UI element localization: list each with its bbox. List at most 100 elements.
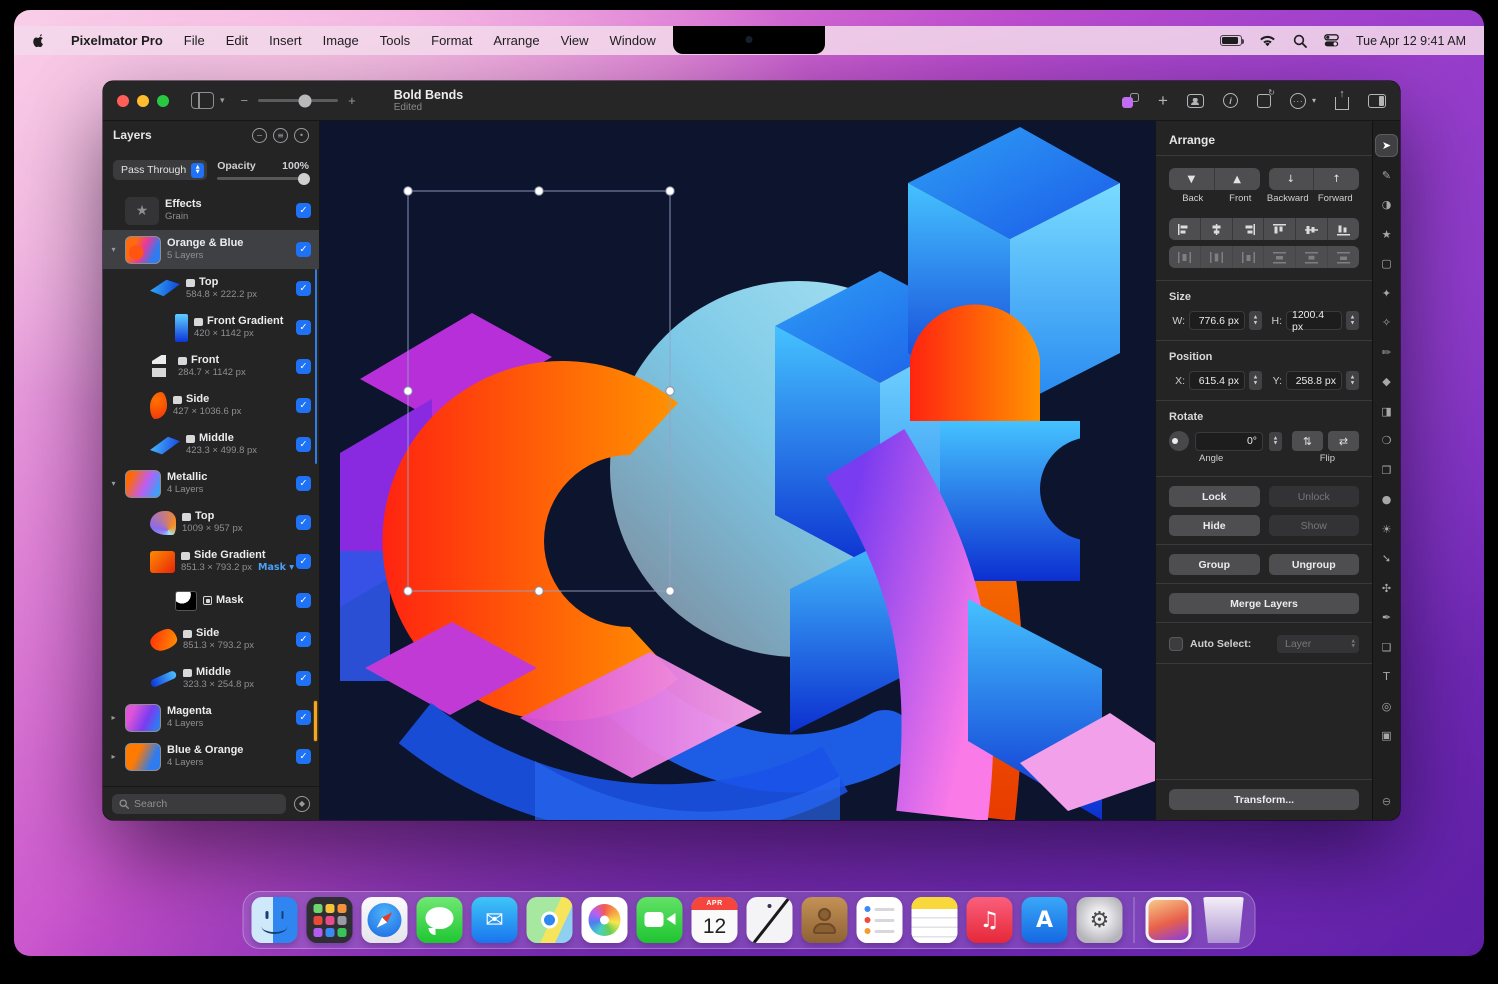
- send-to-back-button[interactable]: ▼: [1169, 168, 1214, 190]
- layer-visibility-checkbox[interactable]: ✓: [296, 554, 311, 569]
- width-field[interactable]: 776.6 px: [1189, 311, 1245, 330]
- align-left-button[interactable]: [1169, 218, 1200, 240]
- control-center-icon[interactable]: [1324, 34, 1339, 47]
- blend-mode-select[interactable]: Pass Through ▲▼: [113, 160, 207, 180]
- dock-facetime[interactable]: [637, 897, 683, 943]
- remove-layer-button[interactable]: −: [252, 128, 267, 143]
- color-adjustments-tool[interactable]: ◑: [1376, 194, 1397, 215]
- layer-visibility-checkbox[interactable]: ✓: [296, 710, 311, 725]
- battery-icon[interactable]: [1220, 35, 1242, 46]
- layer-row-front-gradient[interactable]: Front Gradient420 × 1142 px✓: [103, 308, 319, 347]
- menu-insert[interactable]: Insert: [269, 33, 302, 48]
- layer-row-middle[interactable]: Middle423.3 × 499.8 px✓: [103, 425, 319, 464]
- dock-mail[interactable]: ✉: [472, 897, 518, 943]
- dock-launchpad[interactable]: [307, 897, 353, 943]
- sidebar-toggle-button[interactable]: [191, 92, 214, 109]
- layer-row-front[interactable]: Front284.7 × 1142 px✓: [103, 347, 319, 386]
- opacity-slider-knob[interactable]: [298, 173, 310, 185]
- layer-row-mask[interactable]: Mask✓: [103, 581, 319, 620]
- canvas[interactable]: [320, 121, 1155, 820]
- dock-pixelmator-pro[interactable]: [747, 897, 793, 943]
- auto-select-checkbox[interactable]: [1169, 637, 1183, 651]
- dock-trash[interactable]: [1201, 897, 1247, 943]
- dock-stack[interactable]: [1146, 897, 1192, 943]
- group-button[interactable]: Group: [1169, 554, 1260, 575]
- layer-row-side[interactable]: Side851.3 × 793.2 px✓: [103, 620, 319, 659]
- menu-clock[interactable]: Tue Apr 12 9:41 AM: [1356, 34, 1466, 48]
- angle-stepper[interactable]: ▲▼: [1269, 432, 1282, 451]
- layer-visibility-checkbox[interactable]: ✓: [296, 281, 311, 296]
- layer-options-button[interactable]: ≡: [273, 128, 288, 143]
- crop-tool[interactable]: ▣: [1376, 725, 1397, 746]
- sidebar-chevron-icon[interactable]: ▾: [220, 96, 225, 106]
- dock-contacts[interactable]: [802, 897, 848, 943]
- merge-layers-button[interactable]: Merge Layers: [1169, 593, 1359, 614]
- sharpen-tool[interactable]: ☀: [1376, 519, 1397, 540]
- clone-tool[interactable]: ❐: [1376, 460, 1397, 481]
- align-bottom-button[interactable]: [1327, 218, 1359, 240]
- menu-app-name[interactable]: Pixelmator Pro: [71, 33, 163, 48]
- erase-tool[interactable]: ◨: [1376, 401, 1397, 422]
- align-right-button[interactable]: [1232, 218, 1264, 240]
- dock-safari[interactable]: [362, 897, 408, 943]
- dock-notes[interactable]: [912, 897, 958, 943]
- bring-forward-button[interactable]: ↑: [1313, 168, 1359, 190]
- menu-view[interactable]: View: [561, 33, 589, 48]
- layer-visibility-checkbox[interactable]: ✓: [296, 203, 311, 218]
- x-stepper[interactable]: ▲▼: [1249, 371, 1262, 390]
- zoom-out-button[interactable]: −: [241, 93, 249, 108]
- disclosure-icon[interactable]: ▸: [108, 713, 119, 722]
- soften-tool[interactable]: ❍: [1376, 430, 1397, 451]
- rectangular-select-tool[interactable]: ▢: [1376, 253, 1397, 274]
- layer-visibility-checkbox[interactable]: ✓: [296, 593, 311, 608]
- layer-visibility-checkbox[interactable]: ✓: [296, 632, 311, 647]
- distribute-top-button[interactable]: [1263, 246, 1295, 268]
- dock-maps[interactable]: [527, 897, 573, 943]
- disclosure-icon[interactable]: ▸: [108, 752, 119, 761]
- search-input[interactable]: Search: [112, 794, 286, 814]
- layer-row-blue-orange[interactable]: ▸Blue & Orange4 Layers✓: [103, 737, 319, 776]
- layer-visibility-checkbox[interactable]: ✓: [296, 671, 311, 686]
- menu-file[interactable]: File: [184, 33, 205, 48]
- quick-select-tool[interactable]: ✦: [1376, 283, 1397, 304]
- distribute-hcenter-button[interactable]: [1200, 246, 1232, 268]
- distribute-vcenter-button[interactable]: [1295, 246, 1327, 268]
- layer-row-effects[interactable]: ★EffectsGrain✓: [103, 191, 319, 230]
- spotlight-search-icon[interactable]: [1293, 34, 1307, 48]
- ungroup-button[interactable]: Ungroup: [1269, 554, 1360, 575]
- wifi-icon[interactable]: [1259, 35, 1276, 47]
- zoom-slider-knob[interactable]: [298, 94, 311, 107]
- layer-visibility-checkbox[interactable]: ✓: [296, 359, 311, 374]
- lock-button[interactable]: Lock: [1169, 486, 1260, 507]
- menu-edit[interactable]: Edit: [226, 33, 248, 48]
- distribute-bottom-button[interactable]: [1327, 246, 1359, 268]
- x-field[interactable]: 615.4 px: [1189, 371, 1245, 390]
- height-stepper[interactable]: ▲▼: [1346, 311, 1359, 330]
- menu-tools[interactable]: Tools: [380, 33, 410, 48]
- angle-field[interactable]: 0°: [1195, 432, 1263, 451]
- smudge-tool[interactable]: ➘: [1376, 548, 1397, 569]
- apple-menu-icon[interactable]: [32, 33, 46, 49]
- layer-visibility-checkbox[interactable]: ✓: [296, 476, 311, 491]
- y-stepper[interactable]: ▲▼: [1346, 371, 1359, 390]
- align-vcenter-button[interactable]: [1295, 218, 1327, 240]
- info-button[interactable]: i: [1223, 93, 1238, 108]
- align-top-button[interactable]: [1263, 218, 1295, 240]
- layer-row-top[interactable]: Top1009 × 957 px✓: [103, 503, 319, 542]
- rotate-dial[interactable]: [1169, 431, 1189, 451]
- layer-row-side[interactable]: Side427 × 1036.6 px✓: [103, 386, 319, 425]
- width-stepper[interactable]: ▲▼: [1249, 311, 1262, 330]
- layer-target-button[interactable]: •: [294, 128, 309, 143]
- color-fill-tool[interactable]: ◆: [1376, 371, 1397, 392]
- flip-vertical-button[interactable]: ⇅: [1292, 431, 1323, 451]
- zoom-tool[interactable]: ◎: [1376, 696, 1397, 717]
- more-chevron-icon[interactable]: ▾: [1312, 96, 1316, 105]
- minimize-button[interactable]: [137, 95, 149, 107]
- bring-to-front-button[interactable]: ▲: [1214, 168, 1260, 190]
- blur-tool[interactable]: ●: [1376, 489, 1397, 510]
- more-options-button[interactable]: ···: [1290, 93, 1306, 109]
- share-button[interactable]: [1335, 97, 1349, 110]
- dock-music[interactable]: ♫: [967, 897, 1013, 943]
- close-button[interactable]: [117, 95, 129, 107]
- zoom-in-button[interactable]: +: [348, 93, 356, 108]
